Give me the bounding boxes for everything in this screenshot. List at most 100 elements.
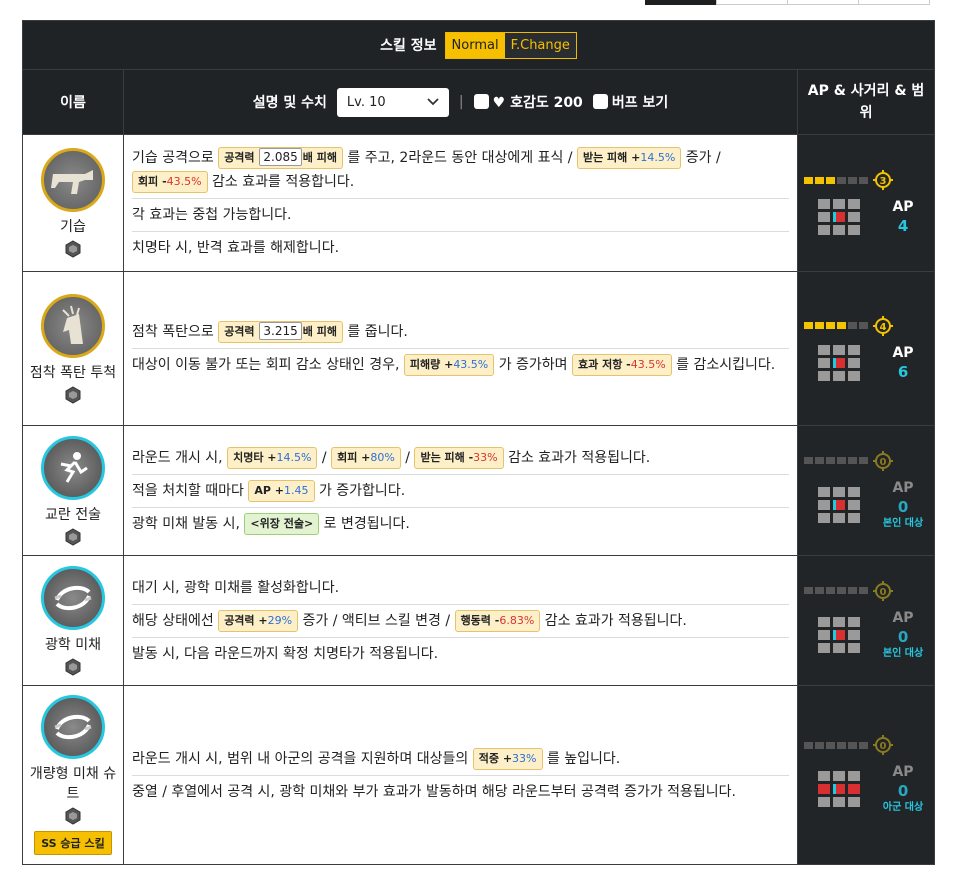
affinity-checkbox[interactable] xyxy=(473,94,489,109)
chip-value: 2.085 xyxy=(259,148,302,166)
camo-icon xyxy=(41,565,105,630)
range-indicator: 0 xyxy=(804,450,928,471)
desc-text: 기습 공격으로 xyxy=(132,150,219,166)
chip-value: 6.83% xyxy=(499,613,535,627)
ap-value: 6 xyxy=(897,362,909,381)
stat-chip: 치명타 +14.5% xyxy=(227,446,318,469)
stat-chip: 회피 -43.5% xyxy=(132,171,208,193)
chip-label: 공격력 xyxy=(224,151,255,164)
affinity-option[interactable]: ♥ 호감도 200 xyxy=(473,92,583,112)
stat-chip: 공격력 2.085 배 피해 xyxy=(218,147,343,169)
desc-header-label: 설명 및 수치 xyxy=(252,95,327,111)
ap-label: AP xyxy=(892,344,914,361)
ap-range-cell: 4 AP 6 xyxy=(796,271,936,426)
desc-text: 라운드 개시 시, 범위 내 아군의 공격을 지원하며 대상들의 xyxy=(132,750,473,767)
desc-text: 를 높입니다. xyxy=(542,750,621,767)
chip-label: 공격력 + xyxy=(224,613,268,627)
chip-value: 80% xyxy=(370,450,395,464)
desc-text: 증가 / 액티브 스킬 변경 / xyxy=(298,612,455,629)
chip-label: AP + xyxy=(254,483,285,497)
stat-chip: 행동력 -6.83% xyxy=(454,609,541,632)
desc-text: 대상이 이동 불가 또는 회피 감소 상태인 경우, xyxy=(132,357,404,373)
crosshair-icon: 3 xyxy=(873,170,893,190)
chip-value: 1.45 xyxy=(284,483,309,497)
skill-name-cell: 개량형 미채 슈트 SS 승급 스킬 xyxy=(22,685,124,865)
target-tag: 본인 대상 xyxy=(882,647,924,659)
tab[interactable] xyxy=(787,0,859,5)
skill-desc-cell: 기습 공격으로 공격력 2.085 배 피해 를 주고, 2라운드 동안 대상에게… xyxy=(123,134,798,272)
chip-value: 43.5% xyxy=(453,358,489,371)
buff-label: 버프 보기 xyxy=(611,95,669,111)
desc-text: 광학 미채 발동 시, xyxy=(132,515,245,532)
range-indicator: 4 xyxy=(804,315,928,336)
column-header-desc: 설명 및 수치 Lv. 10 | ♥ 호감도 200 버프 보기 xyxy=(123,69,798,135)
mode-normal-button[interactable]: Normal xyxy=(445,32,505,58)
desc-text: 증가 / xyxy=(681,150,721,166)
area-grid xyxy=(818,771,860,807)
chip-label: 공격력 xyxy=(224,325,255,338)
desc-text: 가 증가합니다. xyxy=(314,482,406,499)
column-header-ap: AP & 사거리 & 범위 xyxy=(796,69,936,135)
skill-link-chip[interactable]: <위장 전술> xyxy=(244,512,320,535)
hexagon-icon xyxy=(65,807,81,825)
skill-name-cell: 광학 미채 xyxy=(22,555,124,686)
stat-chip: 받는 피해 +14.5% xyxy=(576,147,682,169)
tab-active[interactable] xyxy=(645,0,717,5)
chip-label: 적중 + xyxy=(478,751,513,765)
buff-option[interactable]: 버프 보기 xyxy=(592,92,669,112)
hexagon-icon xyxy=(65,527,81,546)
ap-label: AP xyxy=(892,764,914,780)
skill-name: 점착 폭탄 투척 xyxy=(29,364,117,381)
desc-line: 기습 공격으로 공격력 2.085 배 피해 를 주고, 2라운드 동안 대상에게… xyxy=(132,142,789,199)
stat-chip: 피해량 +43.5% xyxy=(403,354,495,376)
ap-value: 4 xyxy=(897,217,909,235)
desc-text: 적을 처치할 때마다 xyxy=(132,482,249,499)
level-select[interactable]: Lv. 10 xyxy=(336,87,449,117)
ap-label: AP xyxy=(892,609,914,626)
crosshair-icon: 0 xyxy=(873,450,893,471)
chip-label: 받는 피해 + xyxy=(582,151,641,164)
chip-value: 3.215 xyxy=(259,322,302,340)
desc-line: 중열 / 후열에서 공격 시, 광학 미채와 부가 효과가 발동하며 해당 라운… xyxy=(132,783,736,800)
desc-text: 라운드 개시 시, xyxy=(132,449,228,466)
affinity-label: ♥ 호감도 200 xyxy=(492,95,583,111)
area-grid xyxy=(818,486,860,523)
hexagon-icon xyxy=(65,657,81,676)
bomb-icon xyxy=(41,293,105,358)
ss-upgrade-badge: SS 승급 스킬 xyxy=(34,831,112,855)
hexagon-icon xyxy=(65,385,81,404)
chip-label: 효과 저항 - xyxy=(578,358,631,371)
ap-range-cell: 0 AP 0 본인 대상 xyxy=(796,555,936,686)
tab[interactable] xyxy=(858,0,930,5)
hexagon-icon xyxy=(65,240,81,258)
chip-value: 33% xyxy=(512,751,537,765)
chip-label: 회피 + xyxy=(337,450,371,464)
separator: | xyxy=(458,94,464,110)
stat-chip: AP +1.45 xyxy=(248,479,315,502)
chip-value: 14.5% xyxy=(640,151,676,164)
tab[interactable] xyxy=(716,0,788,5)
desc-line: 라운드 개시 시, 범위 내 아군의 공격을 지원하며 대상들의 적중 +33%… xyxy=(132,743,789,776)
skill-name: 개량형 미채 슈트 xyxy=(29,766,117,802)
target-tag: 아군 대상 xyxy=(882,802,924,813)
chip-value: 29% xyxy=(267,613,293,627)
desc-text: 감소 효과가 적용됩니다. xyxy=(540,612,687,629)
crosshair-icon: 0 xyxy=(873,735,893,755)
desc-text: 점착 폭탄으로 xyxy=(132,324,219,340)
skill-desc-cell: 라운드 개시 시, 범위 내 아군의 공격을 지원하며 대상들의 적중 +33%… xyxy=(123,685,798,865)
ap-label: AP xyxy=(892,199,914,215)
buff-checkbox[interactable] xyxy=(592,94,608,109)
chip-label: 피해량 + xyxy=(409,358,454,371)
mode-fchange-button[interactable]: F.Change xyxy=(504,32,576,58)
desc-line: 점착 폭탄으로 공격력 3.215 배 피해 를 줍니다. xyxy=(132,316,789,349)
range-indicator: 0 xyxy=(804,580,928,601)
ap-label: AP xyxy=(892,479,914,496)
chip-suffix: 배 피해 xyxy=(302,151,337,164)
area-grid xyxy=(818,616,860,653)
range-value: 3 xyxy=(880,176,887,187)
area-grid xyxy=(818,199,860,235)
desc-line: 각 효과는 중첩 가능합니다. xyxy=(132,199,789,232)
chip-value: 33% xyxy=(473,450,498,464)
skill-row: 교란 전술 라운드 개시 시, 치명타 +14.5% / 회피 +80% / 받… xyxy=(22,425,936,556)
level-value: Lv. 10 xyxy=(346,94,386,110)
